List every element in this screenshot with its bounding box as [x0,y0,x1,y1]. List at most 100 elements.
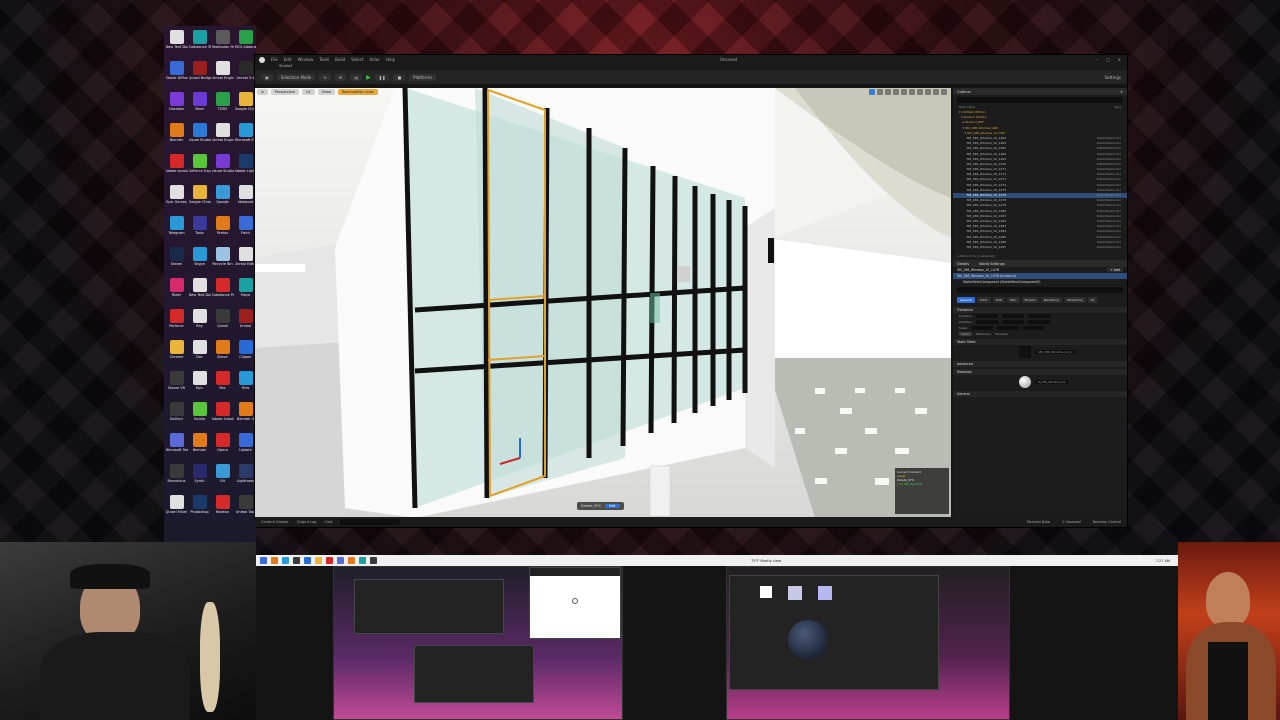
location-y[interactable] [1001,314,1024,318]
desktop-shortcut[interactable]: Stable Diffusion [165,59,188,88]
desktop-shortcut[interactable]: Adobe Lightroom [234,152,256,181]
opera-icon[interactable] [326,557,333,564]
desktop-shortcut[interactable]: Unreal [234,307,256,336]
desktop-shortcut[interactable]: Quixel [211,307,234,336]
output-log-button[interactable]: Output Log [297,520,317,524]
desktop-shortcut[interactable]: Microsoft Edge [234,121,256,150]
taskbar-clock[interactable]: 7:27 AM [1156,559,1178,563]
desktop-shortcut[interactable]: Viber [188,90,211,119]
mobility-static[interactable]: Static [959,332,972,336]
menu-item[interactable]: File [271,57,278,62]
rotation-z[interactable] [1027,320,1050,324]
desktop-shortcut[interactable]: Blender [165,121,188,150]
selection-mode-dropdown[interactable]: Selection Mode [276,73,316,81]
desktop-shortcut[interactable]: Paint [234,214,256,243]
level-tab[interactable]: Studio3 [279,64,292,68]
scale-z[interactable] [1023,326,1046,330]
level-viewport[interactable]: ≡ Perspective Lit Show Reachability Line… [255,88,951,518]
desktop-shortcut[interactable]: Opera [211,431,234,460]
desktop-shortcut[interactable]: Visual Studio [211,152,234,181]
desktop-shortcut[interactable]: GeForce Experience [188,152,211,181]
terminal-icon[interactable] [293,557,300,564]
status-edit-button[interactable]: Edit [604,504,620,508]
desktop-shortcut[interactable]: Quixel Bridge [188,59,211,88]
desktop-shortcut[interactable]: Files [234,369,256,398]
desktop-shortcut[interactable]: Tools [188,214,211,243]
section-advanced[interactable]: Advanced [953,361,1127,367]
desktop-shortcut[interactable]: Unreal Engine [211,59,234,88]
desktop-shortcut[interactable]: Photoshop [188,493,211,522]
content-drawer-button[interactable]: Content Drawer [261,520,289,524]
menu-item[interactable]: Select [351,57,363,62]
menu-item[interactable]: Tools [319,57,329,62]
scale-tool-icon[interactable] [893,89,899,95]
desktop-shortcut[interactable]: Skype [188,245,211,274]
derived-data-button[interactable]: Derived Data [1027,520,1050,524]
console-input[interactable] [340,519,401,525]
tab-details[interactable]: Details [957,262,969,266]
add-component-button[interactable]: + Add [1107,268,1123,272]
maximize-viewport-icon[interactable] [941,89,947,95]
desktop-shortcut[interactable]: Synth [188,462,211,491]
desktop-shortcut[interactable]: Notepad [234,183,256,212]
mobility-movable[interactable]: Movable [995,332,1008,336]
desktop-shortcut[interactable]: Lightroom [234,462,256,491]
revision-control-button[interactable]: Revision Control [1093,520,1121,524]
desktop-shortcut[interactable]: Unreal Tool [234,493,256,522]
desktop-shortcut[interactable]: Nvidia [188,400,211,429]
menu-item[interactable]: Actor [369,57,380,62]
section-general[interactable]: General [953,391,1127,397]
component-row-static-mesh[interactable]: StaticMeshComponent (StaticMeshComponent… [953,279,1127,285]
unsaved-button[interactable]: 1 Unsaved [1062,520,1081,524]
static-mesh-picker[interactable]: SM_186_Window_10_1 [1035,350,1075,354]
mobility-stationary[interactable]: Stationary [976,332,992,336]
firefox-icon[interactable] [271,557,278,564]
desktop-shortcut[interactable]: Update [234,431,256,460]
filter-tab[interactable]: All [1087,297,1098,303]
desktop-shortcut[interactable]: Epic [188,369,211,398]
desktop-shortcut[interactable]: Reallusion Hub [211,28,234,57]
unreal-taskbar-icon[interactable] [370,557,377,564]
desktop-shortcut[interactable]: Obsidian [165,90,188,119]
desktop-shortcut[interactable]: Maya [234,276,256,305]
cmd-dropdown[interactable]: Cmd [324,520,332,524]
play-icon[interactable]: ▶ [366,74,371,81]
snap-icon[interactable] [909,89,915,95]
menu-item[interactable]: Build [335,57,345,62]
desktop-shortcut[interactable]: Clipper [234,338,256,367]
settings-dropdown[interactable]: Settings [1105,75,1127,80]
save-icon[interactable]: ▣ [261,73,273,81]
edge-icon[interactable] [282,557,289,564]
lit-button[interactable]: Lit [302,89,315,95]
desktop-shortcut[interactable]: Unreal 5.4 [234,59,256,88]
desktop-shortcut[interactable]: Blender [188,431,211,460]
desktop-shortcut[interactable]: Recycle Bin [211,245,234,274]
brave-icon[interactable] [348,557,355,564]
unreal-logo-icon[interactable] [259,56,265,63]
menu-item[interactable]: Edit [284,57,292,62]
desktop-shortcut[interactable]: Google Chrome [234,90,256,119]
chrome-icon[interactable] [315,557,322,564]
desktop-shortcut[interactable]: MCS Addons [234,28,256,57]
stop-icon[interactable]: ■ [393,73,406,81]
grid-size-icon[interactable] [917,89,923,95]
location-x[interactable] [975,314,998,318]
rotation-y[interactable] [1001,320,1024,324]
desktop-shortcut[interactable]: Doc [188,338,211,367]
start-icon[interactable] [260,557,267,564]
location-z[interactable] [1027,314,1050,318]
desktop-shortcut[interactable]: Git [211,462,234,491]
material-picker[interactable]: M_SM_Window_GL [1035,380,1069,384]
desktop-shortcut[interactable]: Ray [188,307,211,336]
weather-widget[interactable]: 73°F Mostly clear [751,559,781,563]
explorer-icon[interactable] [304,557,311,564]
details-search-input[interactable] [957,287,1123,293]
filter-tab[interactable]: General [957,297,975,303]
filter-tab[interactable]: LOD [992,297,1005,303]
world-local-icon[interactable] [901,89,907,95]
desktop-shortcut[interactable]: Adobe Substance [211,400,234,429]
desktop-shortcut[interactable]: New Text Document [165,28,188,57]
outliner-search-input[interactable] [957,97,1123,103]
tab-world-settings[interactable]: World Settings [979,262,1005,266]
app-icon[interactable] [359,557,366,564]
